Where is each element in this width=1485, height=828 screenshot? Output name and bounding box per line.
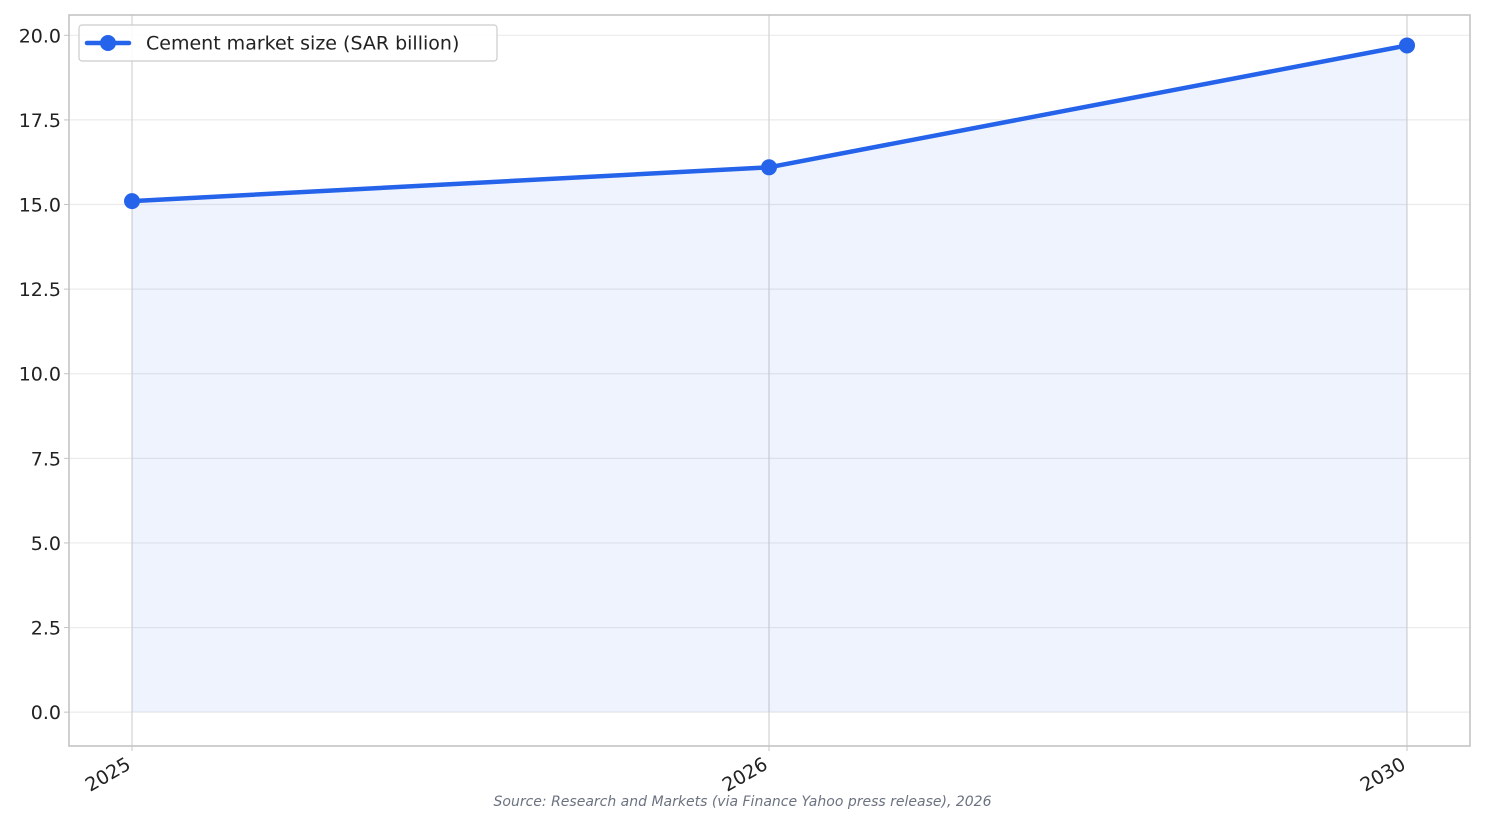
y-tick-label: 5.0	[31, 533, 61, 555]
source-note: Source: Research and Markets (via Financ…	[494, 794, 992, 810]
y-tick-label: 17.5	[19, 110, 61, 132]
chart-legend: Cement market size (SAR billion)	[78, 24, 498, 62]
y-tick-label: 15.0	[19, 195, 61, 217]
y-axis-ticks: 0.0 2.5 5.0 7.5 10.0 12.5 15.0 17.5 20.0	[19, 25, 69, 724]
legend-marker-swatch	[100, 35, 116, 51]
data-point	[124, 193, 140, 210]
data-point	[761, 159, 777, 176]
y-tick-label: 2.5	[31, 618, 61, 640]
y-tick-label: 10.0	[19, 364, 61, 386]
y-tick-label: 7.5	[31, 448, 61, 470]
line-area-chart: 0.02.55.07.510.012.515.017.520.0 2025 202…	[19, 14, 1471, 810]
x-tick-label: 2025	[82, 753, 135, 796]
legend-label: Cement market size (SAR billion)	[146, 33, 459, 55]
y-tick-label: 12.5	[19, 279, 61, 301]
data-point	[1399, 37, 1415, 54]
x-axis-ticks: 2025 2026 2030	[82, 746, 1410, 797]
chart-container: 0.0 2.5 5.0 7.5 10.0 12.5 15.0 17.5 20.0 2025 202…	[0, 0, 1485, 824]
x-tick-label: 2026	[719, 753, 772, 796]
y-tick-label: 0.0	[31, 702, 61, 724]
y-tick-label: 20.0	[19, 25, 61, 47]
x-tick-label: 2030	[1357, 753, 1410, 796]
